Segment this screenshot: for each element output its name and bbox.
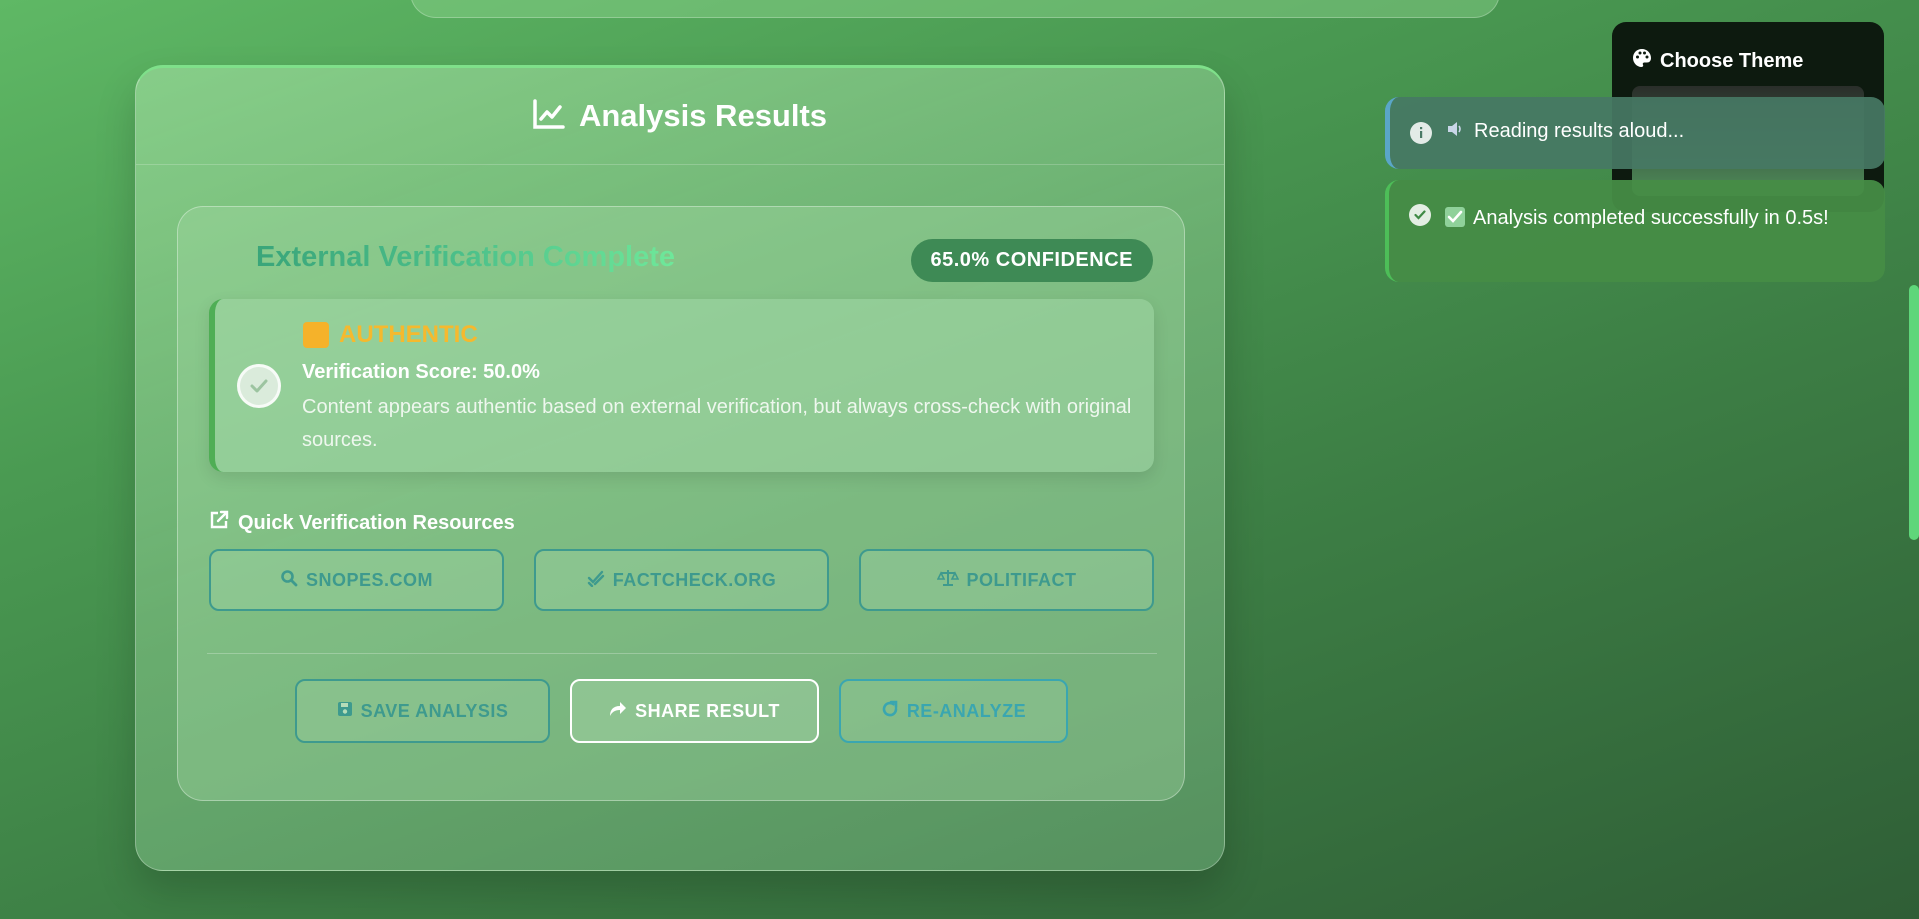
theme-panel-title: Choose Theme [1632,48,1803,74]
reanalyze-button[interactable]: RE-ANALYZE [839,679,1068,743]
success-toast: Analysis completed successfully in 0.5s! [1385,180,1885,282]
factcheck-label: FACTCHECK.ORG [612,569,777,590]
external-link-icon [209,510,229,536]
factcheck-button[interactable]: FACTCHECK.ORG [534,549,829,611]
info-toast-text: Reading results aloud... [1474,120,1685,142]
checkbox-icon [1445,205,1465,237]
double-check-icon [587,569,605,592]
success-message: Analysis completed successfully in 0.5s! [1473,207,1829,229]
check-icon [237,364,281,408]
check-circle-icon [1409,204,1431,226]
save-icon [337,701,353,722]
snopes-button[interactable]: SNOPES.COM [209,549,504,611]
share-label: SHARE RESULT [635,700,780,721]
resources-title-label: Quick Verification Resources [238,511,515,534]
palette-icon [1632,48,1652,74]
reanalyze-label: RE-ANALYZE [906,700,1027,721]
save-analysis-button[interactable]: SAVE ANALYSIS [295,679,550,743]
snopes-label: SNOPES.COM [305,569,434,590]
success-toast-text: Analysis completed successfully in 0.5s! [1445,202,1829,237]
share-icon [609,701,627,722]
verdict-text: AUTHENTIC [339,321,478,348]
politifact-button[interactable]: POLITIFACT [859,549,1154,611]
scrollbar-thumb[interactable] [1909,285,1919,540]
verdict-description: Content appears authentic based on exter… [302,396,1132,451]
search-icon [280,569,298,592]
resources-title: Quick Verification Resources [209,510,515,536]
verdict-box: AUTHENTIC Verification Score: 50.0% Cont… [209,299,1154,472]
divider [207,653,1157,654]
top-panel [410,0,1500,18]
speaker-icon [1446,120,1464,144]
card-header: Analysis Results [136,68,1224,165]
share-result-button[interactable]: SHARE RESULT [570,679,819,743]
chart-line-icon [533,98,565,134]
info-icon [1410,122,1432,144]
verdict-square-icon [303,322,329,348]
verification-panel: External Verification Complete 65.0% CON… [177,206,1185,801]
info-toast: Reading results aloud... [1385,97,1885,169]
analysis-results-card: Analysis Results External Verification C… [135,65,1225,871]
politifact-label: POLITIFACT [966,569,1077,590]
scale-icon [936,569,959,592]
page-title: Analysis Results [578,98,828,133]
theme-panel-title-label: Choose Theme [1660,49,1804,72]
redo-icon [881,700,899,723]
save-label: SAVE ANALYSIS [360,700,509,721]
confidence-badge: 65.0% CONFIDENCE [910,239,1153,282]
verdict-label: AUTHENTIC [303,321,478,349]
verification-title: External Verification Complete [256,241,676,273]
verification-score: Verification Score: 50.0% [302,361,540,383]
